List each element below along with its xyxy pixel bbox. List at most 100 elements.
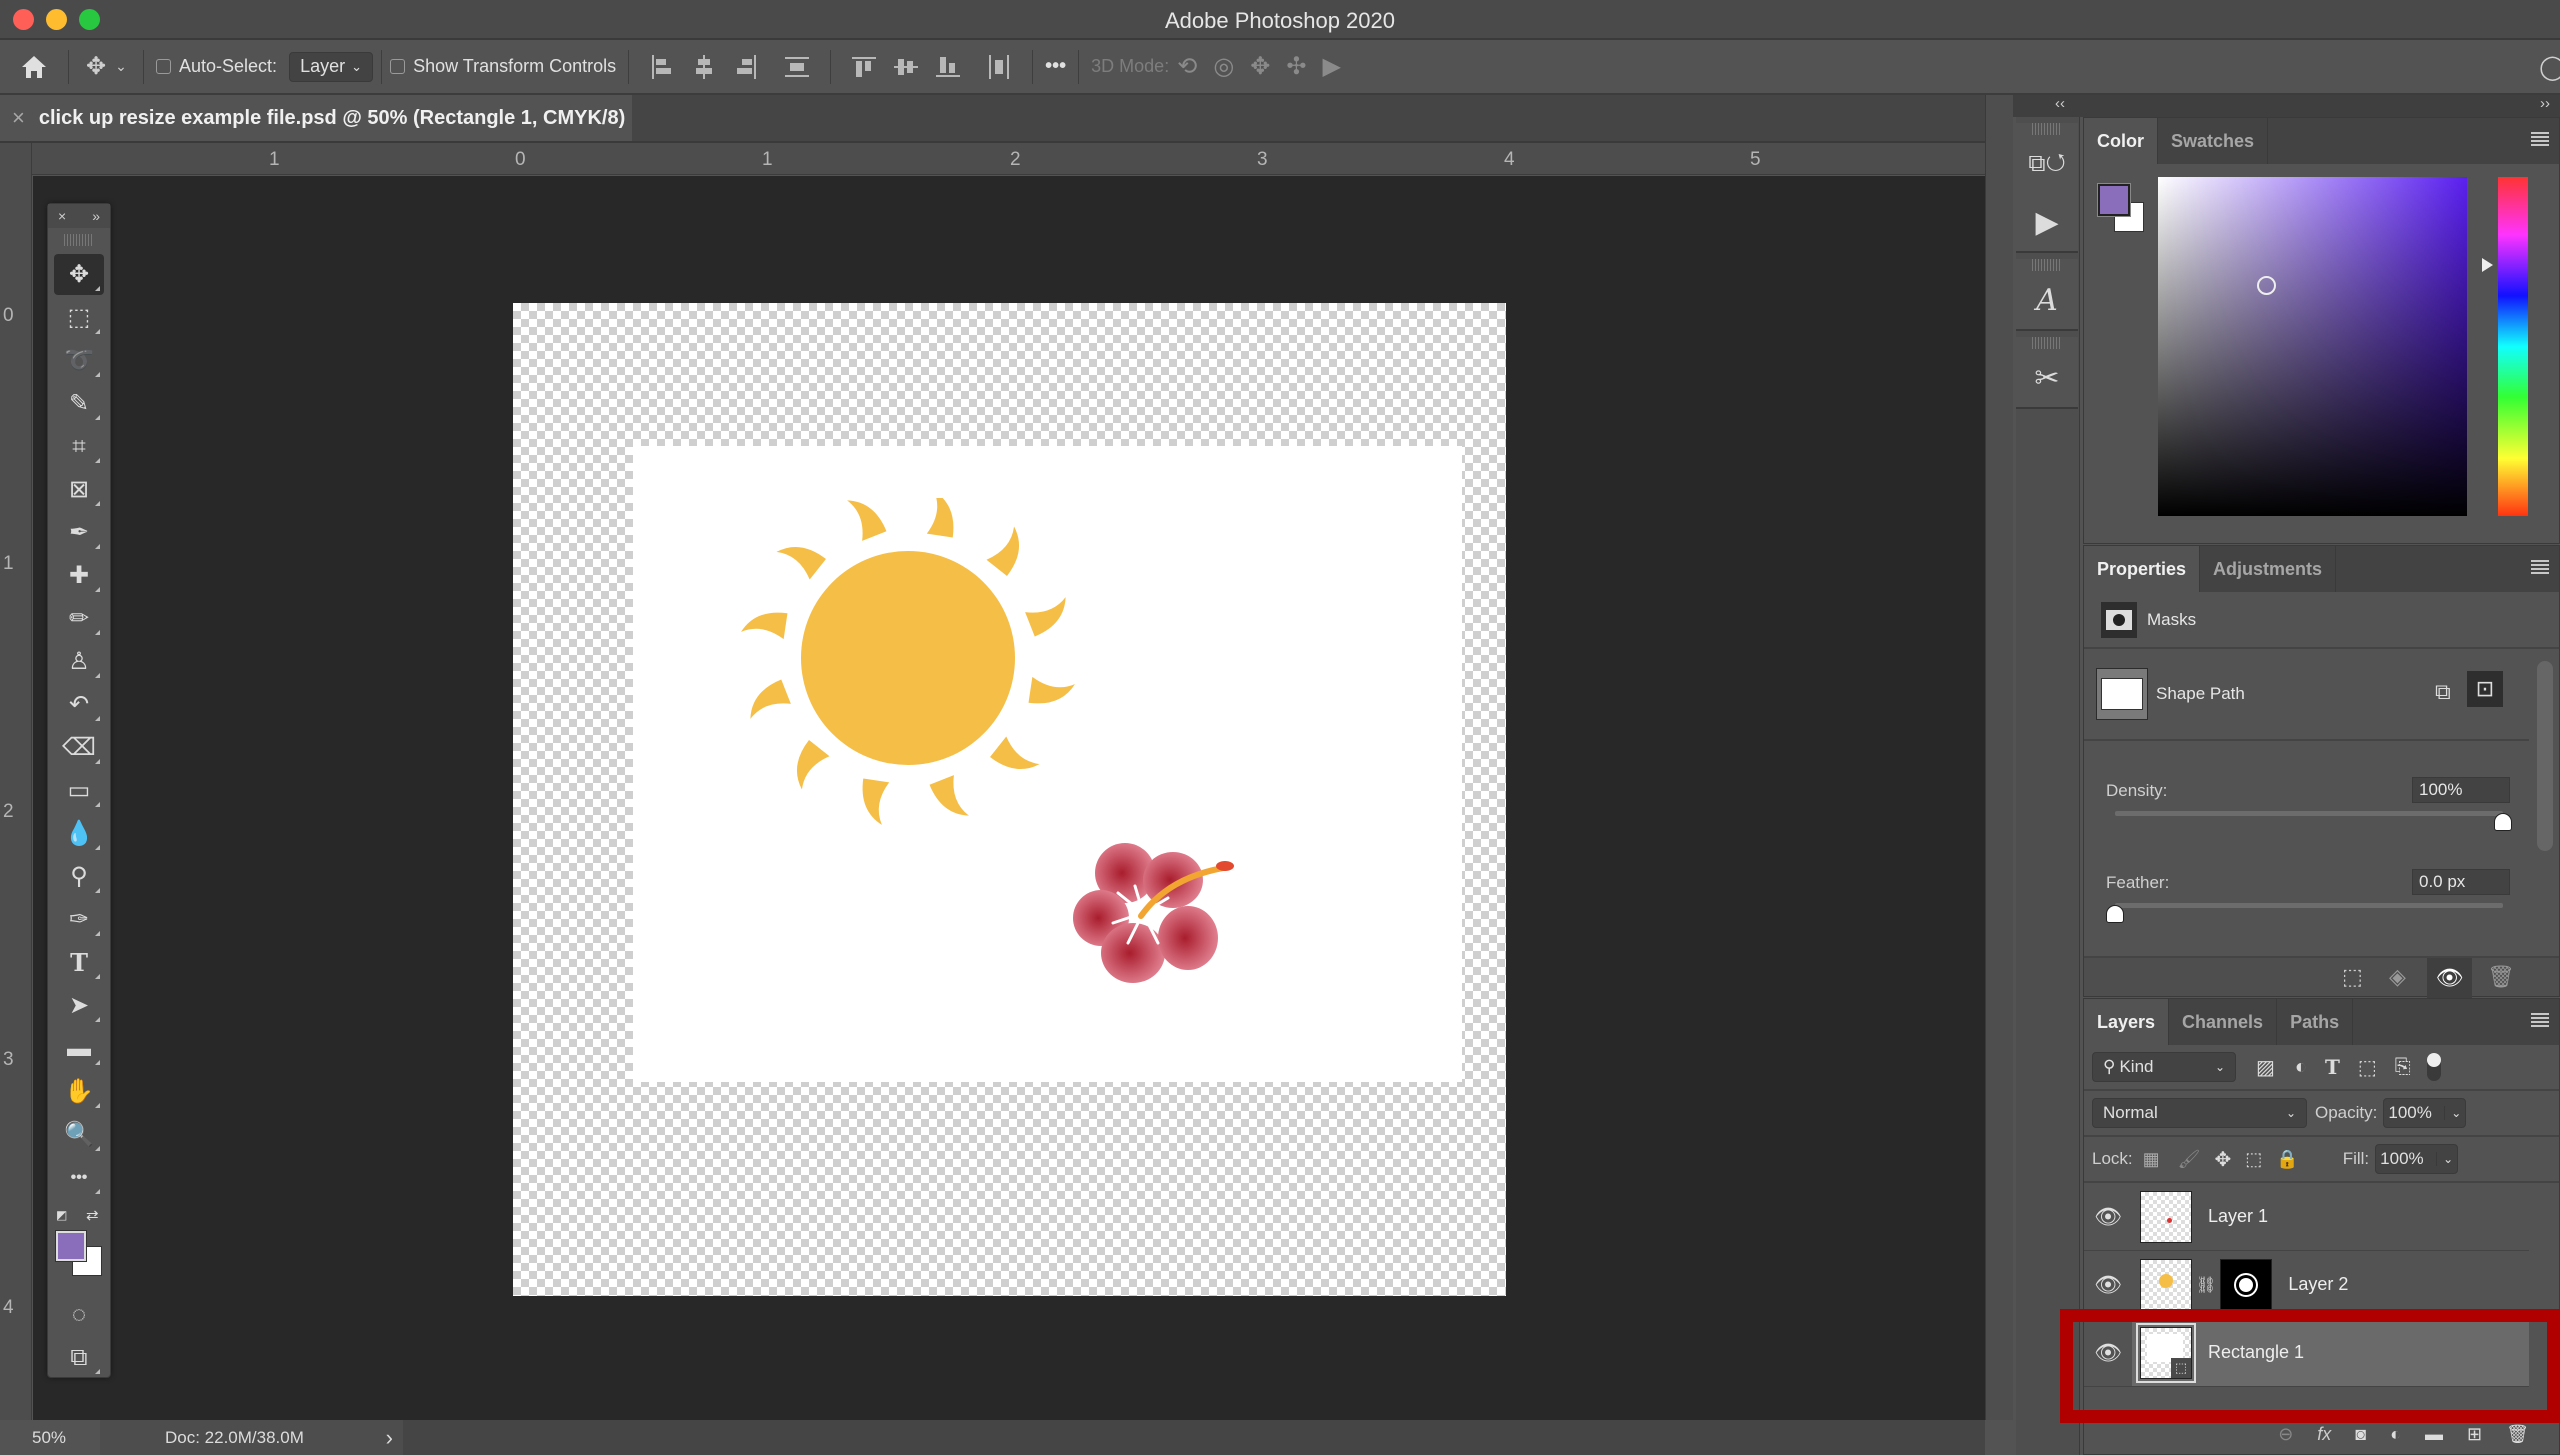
opacity-input[interactable]: 100% ⌄: [2383, 1098, 2467, 1128]
properties-scrollbar[interactable]: [2537, 661, 2553, 851]
quick-mask-button[interactable]: ◌: [54, 1294, 104, 1335]
blur-tool[interactable]: 💧: [54, 813, 104, 854]
tab-channels[interactable]: Channels: [2169, 999, 2278, 1045]
frame-tool[interactable]: ⊠: [54, 469, 104, 510]
panel-menu-icon[interactable]: [2531, 132, 2549, 146]
lock-position-icon[interactable]: ✥: [2215, 1147, 2232, 1172]
adjustment-layer-icon[interactable]: ◐: [2390, 1424, 2401, 1445]
density-input[interactable]: 100%: [2412, 777, 2510, 803]
align-top-edges-icon[interactable]: [852, 55, 877, 79]
tab-layers[interactable]: Layers: [2084, 999, 2170, 1045]
filter-type-layers-icon[interactable]: T: [2325, 1055, 2340, 1079]
delete-mask-icon[interactable]: 🗑: [2487, 964, 2515, 990]
hand-tool[interactable]: ✋: [54, 1071, 104, 1112]
dodge-tool[interactable]: ⚲: [54, 856, 104, 897]
filter-pixel-layers-icon[interactable]: ▨: [2256, 1055, 2275, 1080]
zoom-level-field[interactable]: 50%: [0, 1420, 100, 1455]
foreground-color-swatch[interactable]: [2097, 183, 2131, 217]
drag-handle[interactable]: [2032, 337, 2062, 349]
type-tool[interactable]: T: [54, 942, 104, 983]
select-shape-path-icon[interactable]: ⊡: [2467, 671, 2503, 707]
expand-panel-icon[interactable]: »: [92, 208, 100, 224]
filter-toggle-switch[interactable]: [2426, 1053, 2441, 1081]
density-slider[interactable]: [2115, 811, 2503, 816]
home-icon[interactable]: [12, 50, 56, 84]
align-vertical-centers-icon[interactable]: [894, 55, 919, 79]
tab-adjustments[interactable]: Adjustments: [2200, 546, 2337, 592]
lock-all-icon[interactable]: 🔒: [2276, 1149, 2298, 1170]
drag-handle[interactable]: [64, 234, 94, 246]
link-layers-icon[interactable]: ⊖: [2278, 1424, 2293, 1445]
tool-preset-chevron-icon[interactable]: ⌄: [111, 50, 131, 84]
move-icon[interactable]: ✥: [81, 50, 111, 84]
close-panel-icon[interactable]: ×: [58, 208, 66, 224]
tab-swatches[interactable]: Swatches: [2158, 118, 2269, 164]
align-horizontal-centers-icon[interactable]: [692, 54, 716, 79]
collapse-panels-icon[interactable]: ‹‹: [2055, 95, 2065, 112]
hue-slider[interactable]: [2498, 177, 2528, 516]
zoom-tool[interactable]: 🔍: [54, 1114, 104, 1155]
tools-preset-icon[interactable]: ✂: [2016, 349, 2078, 407]
drag-handle[interactable]: [2032, 259, 2062, 271]
distribute-vertical-icon[interactable]: [785, 55, 810, 79]
panel-menu-icon[interactable]: [2531, 560, 2549, 574]
glyph-type-icon[interactable]: A: [2016, 271, 2078, 329]
feather-input[interactable]: 0.0 px: [2412, 869, 2510, 895]
tab-properties[interactable]: Properties: [2084, 546, 2201, 592]
pen-tool[interactable]: ✑: [54, 899, 104, 940]
lock-transparent-pixels-icon[interactable]: ▦: [2143, 1149, 2160, 1170]
ruler-origin[interactable]: [0, 143, 32, 175]
eraser-tool[interactable]: ⌫: [54, 727, 104, 768]
filter-smart-objects-icon[interactable]: ⎘: [2395, 1056, 2411, 1079]
filter-shape-layers-icon[interactable]: ⬚: [2358, 1055, 2377, 1080]
auto-select-target-dropdown[interactable]: Layer ⌄: [289, 51, 374, 82]
panel-menu-icon[interactable]: [2531, 1013, 2549, 1027]
tools-panel-header[interactable]: × »: [48, 204, 110, 228]
eyedropper-tool[interactable]: ✒: [54, 512, 104, 553]
filter-adjustment-layers-icon[interactable]: ◐: [2295, 1056, 2307, 1079]
feather-slider-thumb[interactable]: [2106, 905, 2124, 923]
delete-layer-icon[interactable]: 🗑: [2506, 1424, 2529, 1445]
vertical-ruler[interactable]: 0 1 2 3 4: [0, 175, 32, 1420]
document-info[interactable]: Doc: 22.0M/38.0M ›: [100, 1420, 403, 1455]
filter-kind-dropdown[interactable]: ⚲ Kind ⌄: [2092, 1052, 2236, 1082]
move-tool[interactable]: ✥: [54, 254, 104, 295]
distribute-horizontal-icon[interactable]: [987, 54, 1011, 79]
feather-slider[interactable]: [2115, 903, 2503, 908]
quick-selection-tool[interactable]: ✎: [54, 383, 104, 424]
screen-mode-button[interactable]: ⧉: [54, 1337, 104, 1378]
add-mask-icon[interactable]: ◙: [2355, 1424, 2366, 1445]
expand-panels-icon[interactable]: ››: [2540, 95, 2550, 112]
close-document-icon[interactable]: ×: [12, 105, 25, 131]
align-left-edges-icon[interactable]: [650, 54, 674, 79]
drag-handle[interactable]: [2032, 123, 2062, 135]
fill-input[interactable]: 100% ⌄: [2375, 1144, 2459, 1174]
tab-color[interactable]: Color: [2084, 118, 2158, 164]
mask-link-icon[interactable]: ⛓: [2196, 1275, 2216, 1295]
new-layer-icon[interactable]: ⊞: [2467, 1424, 2482, 1445]
clone-stamp-tool[interactable]: ♙: [54, 641, 104, 682]
actions-play-icon[interactable]: ▶: [2016, 193, 2078, 251]
blend-mode-dropdown[interactable]: Normal ⌄: [2092, 1098, 2307, 1128]
path-selection-tool[interactable]: ➤: [54, 985, 104, 1026]
history-brush-tool[interactable]: ↶: [54, 684, 104, 725]
rectangle-tool[interactable]: ▬: [54, 1028, 104, 1069]
roll-3d-icon[interactable]: ◎: [1213, 52, 1234, 81]
fx-icon[interactable]: fx: [2317, 1424, 2331, 1445]
default-colors-icon[interactable]: ◩: [56, 1208, 67, 1222]
color-picker-handle[interactable]: [2257, 276, 2276, 295]
slide-3d-icon[interactable]: ✣: [1286, 52, 1306, 81]
density-slider-thumb[interactable]: [2494, 813, 2512, 831]
visibility-eye-icon[interactable]: 👁: [2084, 1272, 2132, 1298]
gradient-tool[interactable]: ▭: [54, 770, 104, 811]
auto-select-checkbox[interactable]: [156, 59, 171, 74]
horizontal-ruler[interactable]: 1 0 1 2 3 4 5: [32, 143, 1985, 175]
document-tab[interactable]: × click up resize example file.psd @ 50%…: [0, 95, 632, 141]
load-selection-icon[interactable]: ⬚: [2342, 964, 2363, 990]
hue-slider-thumb[interactable]: [2482, 258, 2493, 272]
toggle-visibility-icon[interactable]: 👁: [2427, 958, 2472, 998]
pan-3d-icon[interactable]: ✥: [1250, 52, 1270, 81]
edit-toolbar[interactable]: •••: [54, 1157, 104, 1198]
document-canvas[interactable]: [513, 303, 1506, 1296]
chevron-down-icon[interactable]: ⌄: [2444, 1106, 2461, 1120]
